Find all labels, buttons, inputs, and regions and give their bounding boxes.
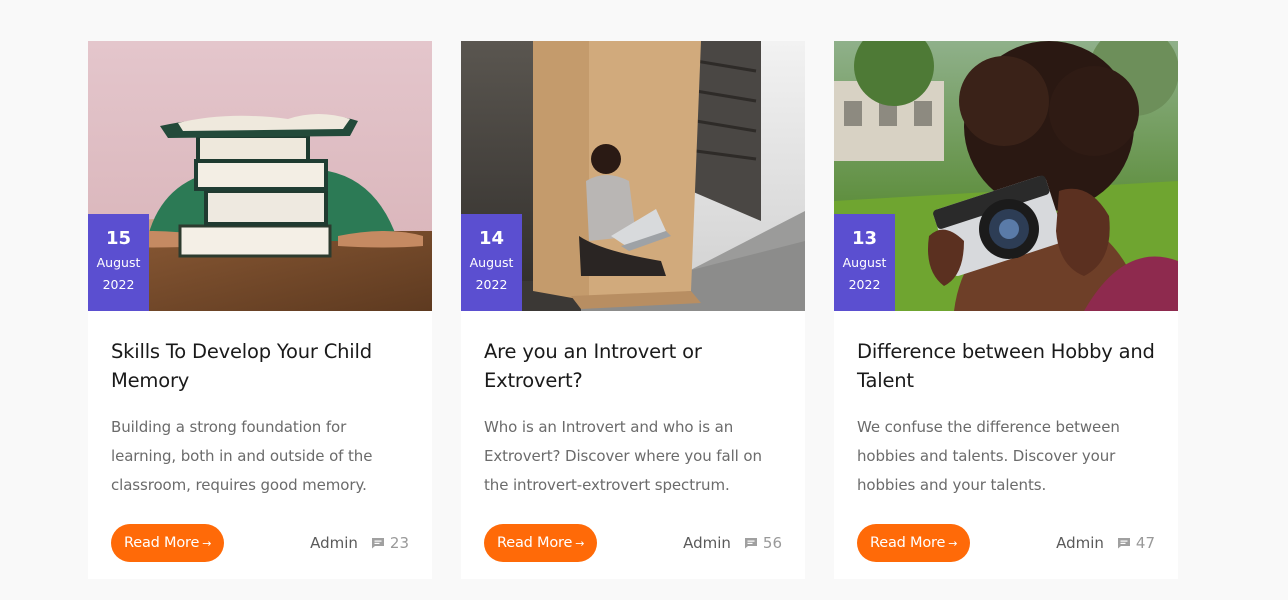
read-more-button[interactable]: Read More → [857, 524, 971, 562]
read-more-button[interactable]: Read More → [484, 524, 598, 562]
comment-icon [744, 538, 757, 549]
date-month: August [842, 255, 887, 270]
date-day: 13 [851, 228, 878, 249]
arrow-right-icon: → [202, 536, 212, 550]
comment-icon [371, 538, 384, 549]
arrow-right-icon: → [575, 536, 585, 550]
post-author[interactable]: Admin [683, 534, 731, 552]
post-author[interactable]: Admin [1056, 534, 1104, 552]
post-meta: Admin 47 [1056, 534, 1155, 552]
post-excerpt: Who is an Introvert and who is an Extrov… [484, 418, 762, 494]
arrow-right-icon: → [948, 536, 958, 550]
date-badge: 14 August 2022 [461, 214, 522, 311]
read-more-button[interactable]: Read More → [111, 524, 225, 562]
blog-grid: 15 August 2022 Skills To Develop Your Ch… [88, 41, 1178, 579]
blog-card: 13 August 2022 Difference between Hobby … [834, 41, 1178, 579]
date-day: 14 [478, 228, 505, 249]
date-year: 2022 [475, 277, 508, 292]
post-image[interactable]: 13 August 2022 [834, 41, 1178, 311]
comment-icon [1117, 538, 1130, 549]
date-day: 15 [105, 228, 132, 249]
post-image[interactable]: 14 August 2022 [461, 41, 805, 311]
post-excerpt: Building a strong foundation for learnin… [111, 418, 373, 494]
post-title[interactable]: Skills To Develop Your Child Memory [111, 337, 409, 395]
post-title[interactable]: Difference between Hobby and Talent [857, 337, 1155, 395]
read-more-label: Read More [497, 535, 573, 551]
date-year: 2022 [848, 277, 881, 292]
date-month: August [96, 255, 141, 270]
comment-count[interactable]: 56 [763, 534, 782, 552]
post-image[interactable]: 15 August 2022 [88, 41, 432, 311]
post-meta: Admin 56 [683, 534, 782, 552]
read-more-label: Read More [124, 535, 200, 551]
blog-card: 14 August 2022 Are you an Introvert or E… [461, 41, 805, 579]
post-title[interactable]: Are you an Introvert or Extrovert? [484, 337, 782, 395]
date-badge: 15 August 2022 [88, 214, 149, 311]
date-badge: 13 August 2022 [834, 214, 895, 311]
date-month: August [469, 255, 514, 270]
comment-count[interactable]: 47 [1136, 534, 1155, 552]
date-year: 2022 [102, 277, 135, 292]
comment-count[interactable]: 23 [390, 534, 409, 552]
post-meta: Admin 23 [310, 534, 409, 552]
read-more-label: Read More [870, 535, 946, 551]
blog-card: 15 August 2022 Skills To Develop Your Ch… [88, 41, 432, 579]
post-author[interactable]: Admin [310, 534, 358, 552]
post-excerpt: We confuse the difference between hobbie… [857, 418, 1120, 494]
